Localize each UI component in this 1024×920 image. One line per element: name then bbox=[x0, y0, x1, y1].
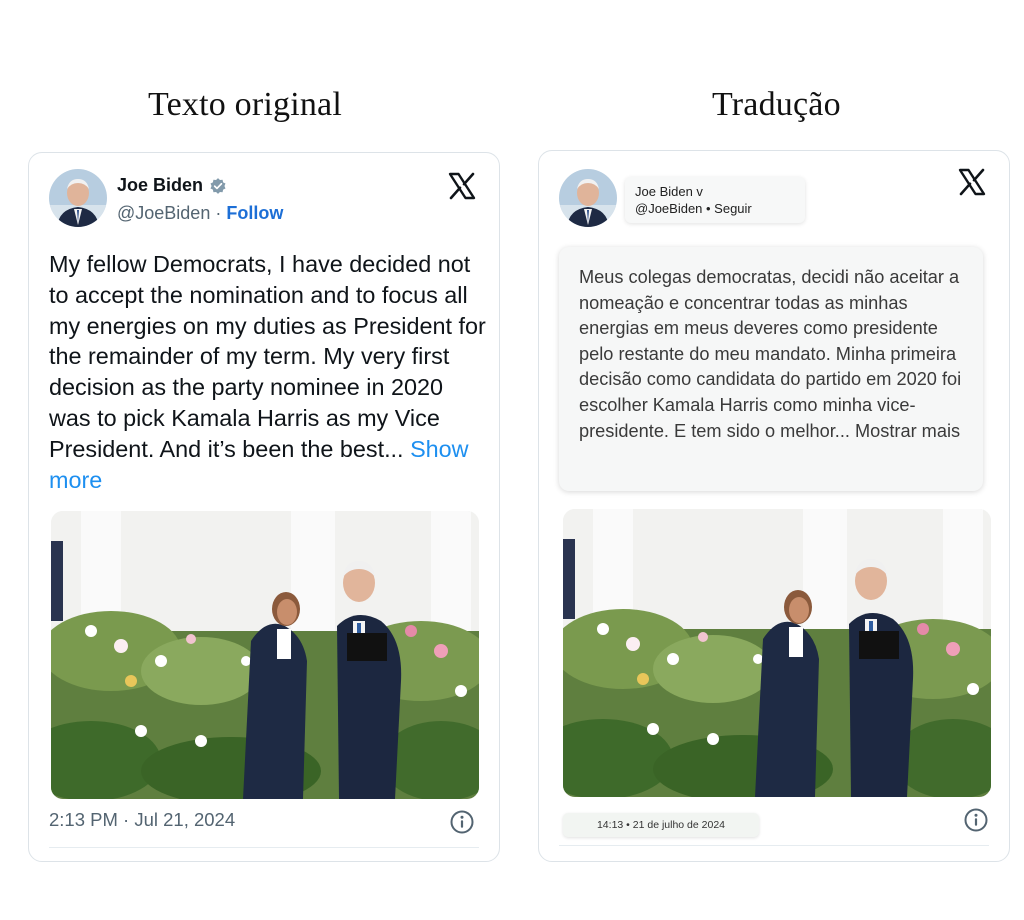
tweet-photo[interactable] bbox=[51, 511, 479, 799]
translated-author-name: Joe Biden v bbox=[635, 184, 703, 199]
author-handle[interactable]: @JoeBiden bbox=[117, 203, 210, 223]
verified-badge-icon bbox=[210, 177, 226, 194]
tweet-text: My fellow Democrats, I have decided not … bbox=[49, 249, 489, 495]
tweet-body: My fellow Democrats, I have decided not … bbox=[49, 251, 486, 462]
follow-button[interactable]: Follow bbox=[226, 203, 283, 223]
translated-handle-line: @JoeBiden • Seguir bbox=[635, 201, 752, 216]
avatar[interactable] bbox=[559, 169, 617, 227]
x-logo-icon[interactable] bbox=[957, 167, 987, 197]
translated-tweet-card: Joe Biden v @JoeBiden • Seguir Meus cole… bbox=[538, 150, 1010, 862]
handle-row: @JoeBiden · Follow bbox=[117, 203, 283, 224]
info-icon[interactable] bbox=[963, 807, 989, 833]
tweet-timestamp[interactable]: 2:13 PM · Jul 21, 2024 bbox=[49, 809, 235, 831]
tweet-photo[interactable] bbox=[563, 509, 991, 797]
translated-text-overlay: Meus colegas democratas, decidi não acei… bbox=[559, 247, 983, 491]
translated-timestamp: 14:13 • 21 de julho de 2024 bbox=[563, 813, 759, 837]
author-name[interactable]: Joe Biden bbox=[117, 175, 203, 196]
x-logo-icon[interactable] bbox=[447, 171, 477, 201]
translated-body: Meus colegas democratas, decidi não acei… bbox=[579, 267, 962, 441]
divider bbox=[49, 847, 479, 848]
translated-header-overlay: Joe Biden v @JoeBiden • Seguir bbox=[625, 177, 805, 223]
divider bbox=[559, 845, 989, 846]
avatar[interactable] bbox=[49, 169, 107, 227]
heading-original: Texto original bbox=[148, 86, 342, 123]
heading-translation: Tradução bbox=[712, 86, 841, 123]
info-icon[interactable] bbox=[449, 809, 475, 835]
original-tweet-card: Joe Biden @JoeBiden · Follow My fellow D… bbox=[28, 152, 500, 862]
separator: · bbox=[215, 203, 222, 223]
